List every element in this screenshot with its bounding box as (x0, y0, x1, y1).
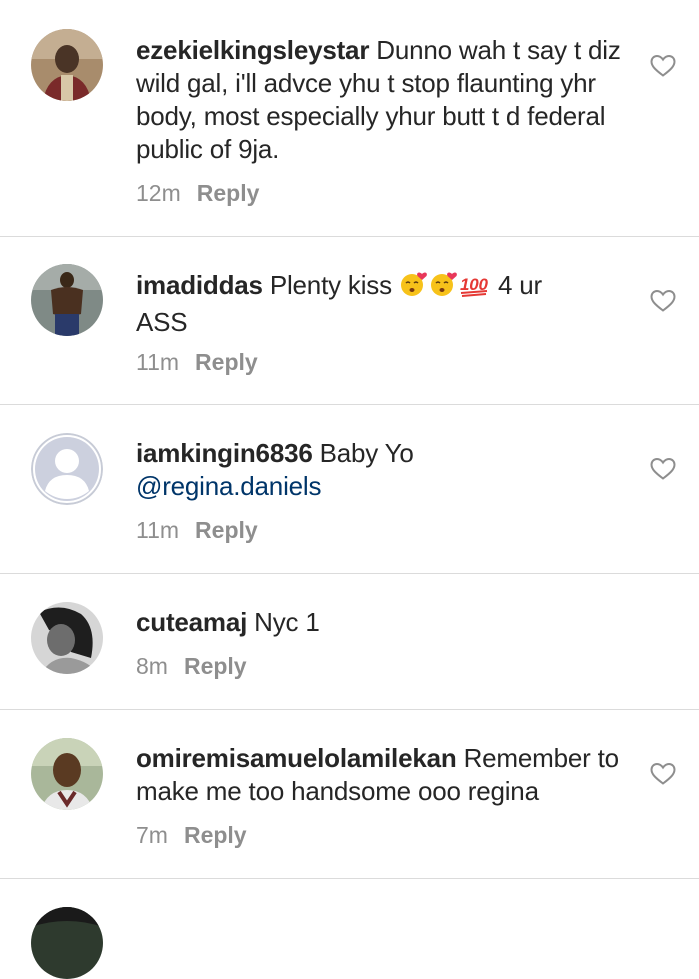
heart-icon (650, 762, 676, 785)
avatar[interactable] (31, 738, 103, 810)
avatar-photo (31, 907, 103, 979)
reply-button[interactable]: Reply (195, 517, 258, 543)
reply-button[interactable]: Reply (197, 180, 260, 206)
comment-timestamp: 7m (136, 822, 168, 848)
comment-body: cuteamaj Nyc 1 (136, 606, 596, 639)
kissing-face-heart-emoji (429, 270, 459, 306)
comment-timestamp: 11m (136, 517, 180, 543)
avatar-photo (31, 738, 103, 810)
like-button[interactable] (650, 762, 676, 786)
comment-meta: 7m Reply (136, 820, 247, 850)
avatar-photo (31, 264, 103, 336)
comment-username[interactable]: imadiddas (136, 270, 263, 300)
comment-timestamp: 11m (136, 349, 180, 375)
comment-body: omiremisamuelolamilekan Remember to make… (136, 742, 636, 808)
like-button[interactable] (650, 54, 676, 78)
reply-button[interactable]: Reply (184, 822, 247, 848)
avatar[interactable] (31, 29, 103, 101)
comment-username[interactable]: ezekielkingsleystar (136, 35, 369, 65)
comment-meta: 11m Reply (136, 515, 258, 545)
comment-item: imadiddas Plenty kiss 100 4 ur ASS 11m R… (0, 237, 699, 405)
avatar[interactable] (31, 602, 103, 674)
comment-meta: 11m Reply (136, 347, 258, 377)
comment-item: ezekielkingsleystar Dunno wah t say t di… (0, 0, 699, 236)
heart-icon (650, 457, 676, 480)
comment-meta: 12m Reply (136, 178, 259, 208)
comment-item: iamkingin6836 Baby Yo @regina.daniels 11… (0, 405, 699, 573)
comment-item: omiremisamuelolamilekan Remember to make… (0, 710, 699, 878)
heart-icon (650, 54, 676, 77)
avatar-photo (31, 29, 103, 101)
like-button[interactable] (650, 457, 676, 481)
like-button[interactable] (650, 289, 676, 313)
reply-button[interactable]: Reply (184, 653, 247, 679)
comment-username[interactable]: iamkingin6836 (136, 438, 313, 468)
comment-item: cuteamaj Nyc 1 8m Reply (0, 574, 699, 709)
hundred-points-emoji: 100 (459, 270, 491, 306)
heart-icon (650, 289, 676, 312)
comment-username[interactable]: omiremisamuelolamilekan (136, 743, 457, 773)
default-avatar-icon (31, 433, 103, 505)
comment-username[interactable]: cuteamaj (136, 607, 247, 637)
comment-meta: 8m Reply (136, 651, 247, 681)
mention-link[interactable]: @regina.daniels (136, 471, 321, 501)
comment-timestamp: 8m (136, 653, 168, 679)
reply-button[interactable]: Reply (195, 349, 258, 375)
avatar[interactable] (31, 264, 103, 336)
comment-timestamp: 12m (136, 180, 181, 206)
comment-body: imadiddas Plenty kiss 100 4 ur ASS (136, 269, 596, 339)
comment-text: Nyc 1 (254, 607, 320, 637)
comment-text: Baby Yo (319, 438, 414, 468)
avatar-photo (31, 602, 103, 674)
avatar[interactable] (31, 907, 103, 979)
avatar[interactable] (31, 433, 103, 505)
comment-body: iamkingin6836 Baby Yo @regina.daniels (136, 437, 596, 503)
comment-item-partial (0, 879, 699, 979)
kissing-face-heart-emoji (399, 270, 429, 306)
comment-body: ezekielkingsleystar Dunno wah t say t di… (136, 34, 636, 166)
comment-text: Plenty kiss (269, 270, 392, 300)
